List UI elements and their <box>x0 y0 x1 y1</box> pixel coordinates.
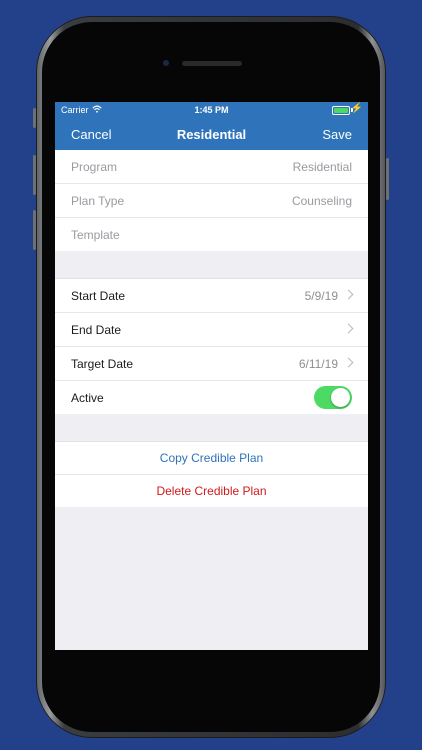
mute-switch <box>33 108 36 128</box>
plan-type-label: Plan Type <box>71 194 125 208</box>
copy-plan-button[interactable]: Copy Credible Plan <box>55 442 368 475</box>
battery-icon <box>332 106 350 115</box>
active-toggle[interactable] <box>314 386 352 409</box>
screen: Carrier 1:45 PM ⚡ Cancel Residential Sav… <box>55 102 368 650</box>
start-date-row[interactable]: Start Date 5/9/19 <box>55 279 368 313</box>
section-spacer <box>55 251 368 279</box>
start-date-value: 5/9/19 <box>304 289 338 303</box>
active-row: Active <box>55 381 368 414</box>
actions-group: Copy Credible Plan Delete Credible Plan <box>55 442 368 507</box>
program-value: Residential <box>292 160 352 174</box>
template-row: Template <box>55 218 368 251</box>
end-date-label: End Date <box>71 323 122 337</box>
save-button[interactable]: Save <box>322 127 352 142</box>
status-bar: Carrier 1:45 PM ⚡ <box>55 102 368 118</box>
dates-group: Start Date 5/9/19 End Date Target Date 6… <box>55 279 368 414</box>
charging-icon: ⚡ <box>350 103 363 114</box>
chevron-right-icon <box>343 357 354 368</box>
target-date-value: 6/11/19 <box>298 357 338 371</box>
plan-type-row: Plan Type Counseling <box>55 184 368 218</box>
program-row: Program Residential <box>55 150 368 184</box>
delete-plan-button[interactable]: Delete Credible Plan <box>55 475 368 507</box>
end-date-row[interactable]: End Date <box>55 313 368 347</box>
chevron-right-icon <box>343 289 354 300</box>
active-label: Active <box>71 391 104 405</box>
chevron-right-icon <box>343 323 354 334</box>
navigation-bar: Carrier 1:45 PM ⚡ Cancel Residential Sav… <box>55 102 368 150</box>
template-label: Template <box>71 228 120 242</box>
page-title: Residential <box>176 127 247 142</box>
program-label: Program <box>71 160 118 174</box>
start-date-label: Start Date <box>71 289 126 303</box>
target-date-label: Target Date <box>71 357 134 371</box>
front-camera <box>163 60 169 66</box>
earpiece-speaker <box>182 61 242 66</box>
status-time: 1:45 PM <box>194 105 229 115</box>
plan-type-value: Counseling <box>291 194 352 208</box>
plan-info-group: Program Residential Plan Type Counseling… <box>55 150 368 251</box>
volume-up-button <box>33 155 36 195</box>
volume-down-button <box>33 210 36 250</box>
nav-row: Cancel Residential Save <box>55 118 368 150</box>
power-button <box>386 158 389 200</box>
target-date-row[interactable]: Target Date 6/11/19 <box>55 347 368 381</box>
toggle-knob <box>331 388 350 407</box>
section-spacer <box>55 414 368 442</box>
